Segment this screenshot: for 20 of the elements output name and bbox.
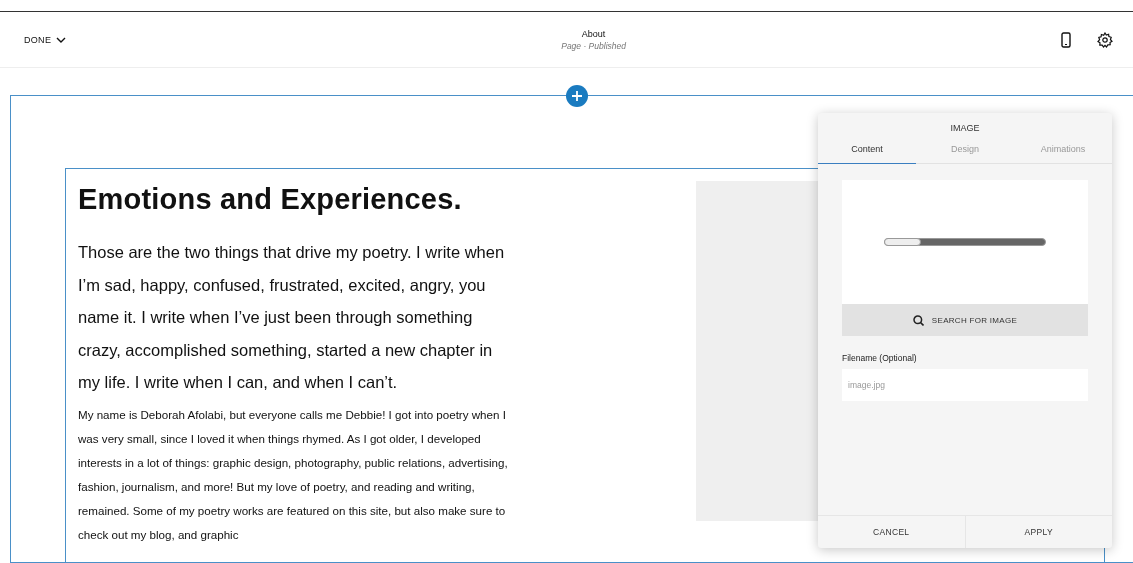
- filename-field[interactable]: image.jpg: [842, 369, 1088, 401]
- intro-paragraph: Those are the two things that drive my poetry. I write when I’m sad, happy, confused, frustrated, excited, angry, you name it. I write when I’ve just been through something crazy, accomplished something, started a new chapter in my life. I write when I can, and when I can’t.: [78, 242, 506, 393]
- section-heading: Emotions and Experiences.: [78, 183, 463, 216]
- mobile-icon[interactable]: [1061, 31, 1071, 48]
- page-title: About: [580, 28, 607, 39]
- chevron-down-icon: [56, 36, 67, 43]
- add-section-button[interactable]: [566, 85, 588, 107]
- body-paragraph: My name is Deborah Afolabi, but everyone calls me Debbie! I got into poetry when I was very small, since I loved it when things rhymed. As I got older, I developed interests in a lot of things: graphic design, photography, public relations, advertising, fashion, journalism, and more! But my love of poetry, and reading and writing, remained. Some of my poetry works are featured on this site, but also make sure to check out my blog, and graphic: [78, 406, 509, 543]
- settings-icon[interactable]: [1097, 31, 1113, 48]
- done-button[interactable]: DONE: [24, 32, 67, 47]
- filename-label: Filename (Optional): [842, 353, 918, 363]
- cancel-button[interactable]: CANCEL: [818, 516, 965, 548]
- apply-button[interactable]: APPLY: [964, 516, 1112, 548]
- panel-title: IMAGE: [949, 122, 981, 135]
- search-image-button[interactable]: SEARCH FOR IMAGE: [842, 304, 1088, 336]
- panel-tab[interactable]: Content: [818, 139, 916, 164]
- search-icon: [912, 314, 924, 326]
- page-status: Page · Published: [561, 40, 626, 51]
- image-drop-area[interactable]: [842, 180, 1088, 304]
- plus-icon: [572, 91, 582, 101]
